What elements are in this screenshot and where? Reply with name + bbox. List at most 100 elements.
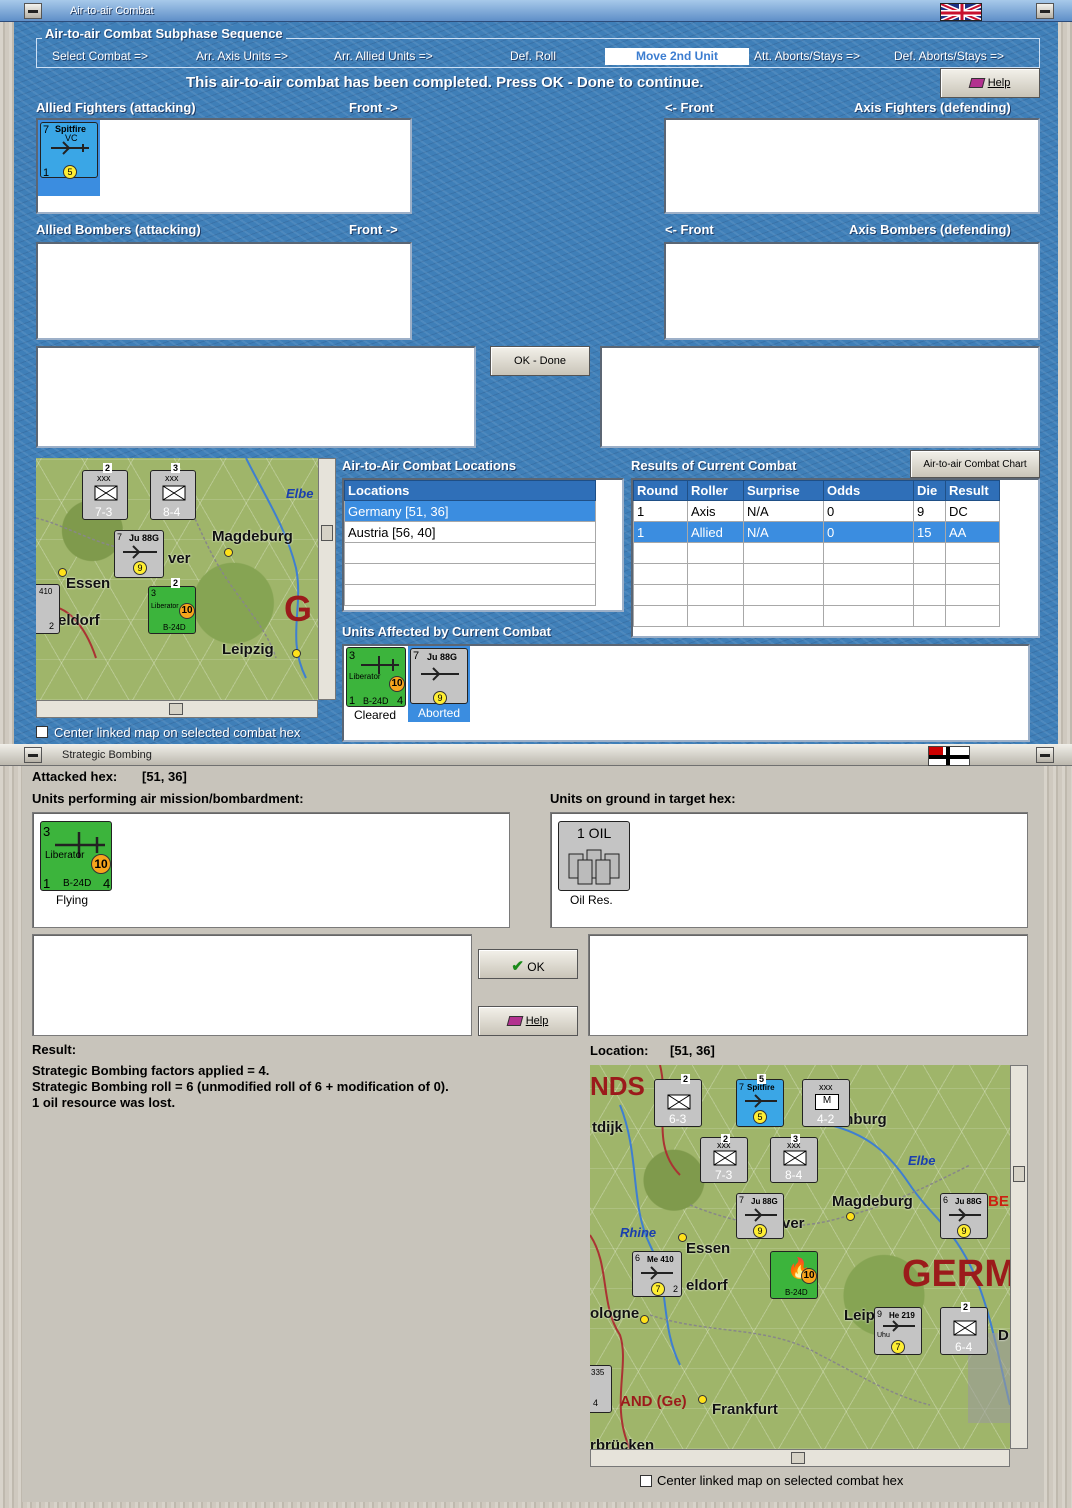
cell: AA — [945, 521, 1000, 543]
linked-map[interactable]: Elbe Magdeburg Essen eldorf Leipzig ver … — [36, 458, 318, 700]
center-map-checkbox[interactable] — [36, 726, 48, 738]
allied-bombers-box[interactable] — [36, 242, 412, 340]
ok-done-button[interactable]: OK - Done — [490, 346, 590, 376]
lib-top: 3 — [349, 650, 356, 662]
map-me410-counter[interactable]: 6 Me 410 7 2 — [632, 1251, 682, 1297]
phase-select-combat: Select Combat => — [52, 49, 149, 63]
minimize-button[interactable]: ▬ — [1036, 3, 1054, 19]
map-river-elbe: Elbe — [908, 1153, 936, 1168]
spitfire-counter[interactable]: 7 Spitfire VC 1 5 — [40, 122, 98, 179]
map-corps-counter[interactable]: 3 xxx 8-4 — [150, 463, 196, 520]
stack-count: 2 — [171, 578, 181, 588]
front-left-label-2: <- Front — [665, 222, 714, 237]
air-name: Me 410 — [647, 1255, 674, 1264]
map-river-rhine: Rhine — [620, 1225, 657, 1240]
map-liberator-counter[interactable]: 2 3 Liberator 10 B-24D — [148, 578, 196, 634]
table-row-empty — [633, 563, 1000, 585]
hq-size: xxx — [97, 473, 111, 483]
affected-ju88-counter[interactable]: 7 Ju 88G 9 — [410, 648, 468, 705]
bomber-type: B-24D — [63, 878, 92, 889]
air-name: Ju 88G — [751, 1197, 778, 1206]
help-button[interactable]: Help — [478, 1006, 578, 1036]
air-factor: 7 — [891, 1340, 905, 1354]
location-row[interactable]: Austria [56, 40] — [344, 521, 596, 543]
corps-strength: 7-3 — [95, 505, 113, 519]
map-spitfire-counter[interactable]: 5 7 Spitfire 5 — [736, 1074, 784, 1127]
map-city: ver — [782, 1215, 805, 1232]
col-odds: Odds — [823, 480, 914, 501]
performing-label: Units performing air mission/bombardment… — [32, 791, 304, 806]
lib-br: 4 — [397, 695, 404, 707]
affected-ju88-slot[interactable]: 7 Ju 88G 9 Aborted — [408, 646, 470, 722]
map-ju88-counter[interactable]: 6 Ju 88G 9 — [940, 1193, 988, 1239]
air-name: Spitfire — [747, 1083, 775, 1092]
map-ju88-counter[interactable]: 7 Ju 88G 9 — [736, 1193, 784, 1239]
locations-list[interactable]: Locations Germany [51, 36] Austria [56, … — [342, 478, 624, 612]
map-corps-counter[interactable]: xxx M 4-2 — [802, 1079, 850, 1127]
map-corps-counter[interactable]: 3 xxx 8-4 — [770, 1134, 818, 1183]
window-title: Air-to-air Combat — [0, 0, 1072, 22]
map-city: eldorf — [686, 1277, 728, 1294]
ok-button[interactable]: ✔ OK — [478, 949, 578, 979]
system-menu-button[interactable]: ▬ — [24, 747, 42, 763]
map-corps-counter[interactable]: 2 6-3 — [654, 1074, 702, 1127]
cell: 1 — [633, 521, 688, 543]
axis-fighters-box[interactable] — [664, 118, 1040, 214]
map-ju88-counter[interactable]: 7 Ju 88G 9 — [114, 530, 164, 578]
spitfire-slot[interactable]: 7 Spitfire VC 1 5 — [38, 120, 100, 196]
cell: 0 — [823, 521, 914, 543]
map-corps-counter[interactable]: 2 xxx 7-3 — [700, 1134, 748, 1183]
locations-col-header: Locations — [344, 480, 596, 501]
plane-icon — [949, 1208, 981, 1222]
corps-strength: 6-3 — [669, 1112, 687, 1126]
air-br: 2 — [673, 1284, 679, 1294]
air-top: 4 — [593, 1398, 599, 1408]
table-row[interactable]: 1 Axis N/A 0 9 DC — [633, 500, 1000, 522]
location-row[interactable]: Germany [51, 36] — [344, 500, 596, 522]
axis-bombers-box[interactable] — [664, 242, 1040, 340]
hq-size: xxx — [165, 473, 179, 483]
center-map-checkbox[interactable] — [640, 1475, 652, 1487]
uk-flag-icon — [940, 3, 982, 21]
spitfire-bottom-left: 1 — [43, 167, 50, 179]
map-city-essen: Essen — [66, 575, 111, 592]
map-horizontal-scrollbar[interactable] — [590, 1449, 1010, 1467]
map-river-elbe: Elbe — [286, 486, 314, 501]
plane-icon — [123, 545, 157, 559]
affected-liberator-counter[interactable]: 3 Liberator 10 1 B-24D 4 — [346, 647, 406, 707]
ju88-top: 7 — [413, 650, 420, 662]
mech-marker: M — [815, 1094, 839, 1110]
location-value: [51, 36] — [670, 1043, 715, 1058]
map-me410-counter[interactable]: 410 2 — [36, 584, 60, 634]
map-corps-counter[interactable]: 2 6-4 — [940, 1302, 988, 1355]
phase-att-aborts: Att. Aborts/Stays => — [754, 49, 861, 63]
map-corps-counter[interactable]: 2 xxx 7-3 — [82, 463, 128, 520]
map-vertical-scrollbar[interactable] — [318, 458, 336, 700]
air-combat-window: Air-to-air Combat ▬ ▬ Air-to-air Combat … — [0, 0, 1072, 746]
help-button[interactable]: Help — [940, 68, 1040, 98]
linked-map[interactable]: NDS tdijk Magdeburg mburg Essen eldorf o… — [590, 1065, 1010, 1449]
map-335-counter[interactable]: 335 4 — [590, 1365, 612, 1413]
bomber-counter[interactable]: 3 Liberator 10 1 B-24D 4 — [40, 821, 112, 891]
map-vertical-scrollbar[interactable] — [1010, 1065, 1028, 1449]
bomber-bl: 1 — [43, 876, 51, 891]
attacked-hex-label: Attacked hex: — [32, 769, 118, 784]
window-frame-right — [1044, 766, 1072, 1508]
phase-def-roll: Def. Roll — [510, 49, 557, 63]
table-row[interactable]: 1 Allied N/A 0 15 AA — [633, 521, 1000, 543]
cell: Axis — [687, 500, 744, 522]
location-row-empty — [344, 584, 596, 606]
map-liberator-counter[interactable]: 🔥 10 B-24D — [770, 1251, 818, 1299]
minimize-button[interactable]: ▬ — [1036, 747, 1054, 763]
lib-name: Liberator — [349, 672, 381, 681]
map-horizontal-scrollbar[interactable] — [36, 700, 318, 718]
air-combat-chart-button[interactable]: Air-to-air Combat Chart — [910, 450, 1040, 478]
system-menu-button[interactable]: ▬ — [24, 3, 42, 19]
map-he219-counter[interactable]: 9 He 219 Uhu 7 — [874, 1307, 922, 1355]
cell: 15 — [913, 521, 946, 543]
cell: 1 — [633, 500, 688, 522]
ju88-factor: 9 — [133, 561, 147, 575]
bomber-name: Liberator — [45, 850, 85, 861]
oil-counter[interactable]: 1 OIL — [558, 821, 630, 891]
lib-type: B-24D — [785, 1288, 808, 1297]
